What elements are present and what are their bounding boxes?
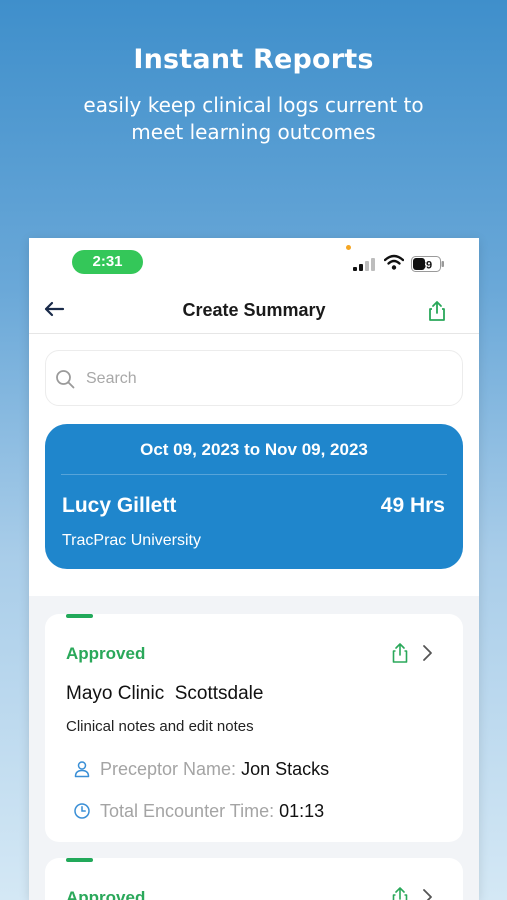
preceptor-row: Preceptor Name: Jon Stacks <box>73 757 329 781</box>
phone-screen: 2:31 39 Create Summary Oct 09, 2023 to N… <box>29 238 479 900</box>
preceptor-label: Preceptor Name: <box>100 758 237 779</box>
nav-divider <box>29 333 479 334</box>
search-bar[interactable] <box>45 350 463 406</box>
preceptor-value: Jon Stacks <box>241 758 330 779</box>
hero-subtitle-line-2: meet learning outcomes <box>131 120 376 144</box>
share-icon[interactable] <box>391 886 409 900</box>
chevron-right-icon[interactable] <box>421 644 433 662</box>
page-title: Create Summary <box>182 300 326 320</box>
share-icon[interactable] <box>427 300 447 322</box>
encounter-time-row: Total Encounter Time: 01:13 <box>73 799 324 823</box>
university-name: TracPrac University <box>62 532 201 549</box>
clinic-name: Mayo Clinic Scottsdale <box>66 683 264 704</box>
chevron-right-icon[interactable] <box>421 888 433 900</box>
total-hours: 49 Hrs <box>380 494 445 517</box>
hero-subtitle: easily keep clinical logs current to mee… <box>0 92 507 146</box>
log-card[interactable]: Approved <box>45 858 463 900</box>
share-icon[interactable] <box>391 642 409 664</box>
clinical-notes: Clinical notes and edit notes <box>66 718 254 735</box>
log-card[interactable]: Approved Mayo Clinic Scottsdale Clinical… <box>45 614 463 842</box>
summary-date-range: Oct 09, 2023 to Nov 09, 2023 <box>140 440 368 459</box>
status-badge: Approved <box>66 888 146 900</box>
encounter-time-value: 01:13 <box>279 800 325 821</box>
hero-subtitle-line-1: easily keep clinical logs current to <box>83 93 424 117</box>
encounter-time-label: Total Encounter Time: <box>100 800 275 821</box>
cellular-signal-icon <box>353 258 375 271</box>
clock-icon <box>74 803 90 819</box>
search-icon <box>56 370 75 389</box>
battery-level: 39 <box>420 260 432 272</box>
person-icon <box>74 761 90 778</box>
card-accent-bar <box>66 858 93 862</box>
status-badge: Approved <box>66 644 146 663</box>
status-time-pill: 2:31 <box>72 250 143 274</box>
search-input[interactable] <box>86 365 446 393</box>
battery-icon: 39 <box>411 256 444 272</box>
wifi-icon <box>384 254 404 270</box>
student-name: Lucy Gillett <box>62 494 177 517</box>
summary-card: Oct 09, 2023 to Nov 09, 2023 Lucy Gillet… <box>45 424 463 569</box>
privacy-indicator-dot <box>346 245 351 250</box>
summary-divider <box>61 474 447 475</box>
hero-title: Instant Reports <box>133 44 374 75</box>
card-accent-bar <box>66 614 93 618</box>
